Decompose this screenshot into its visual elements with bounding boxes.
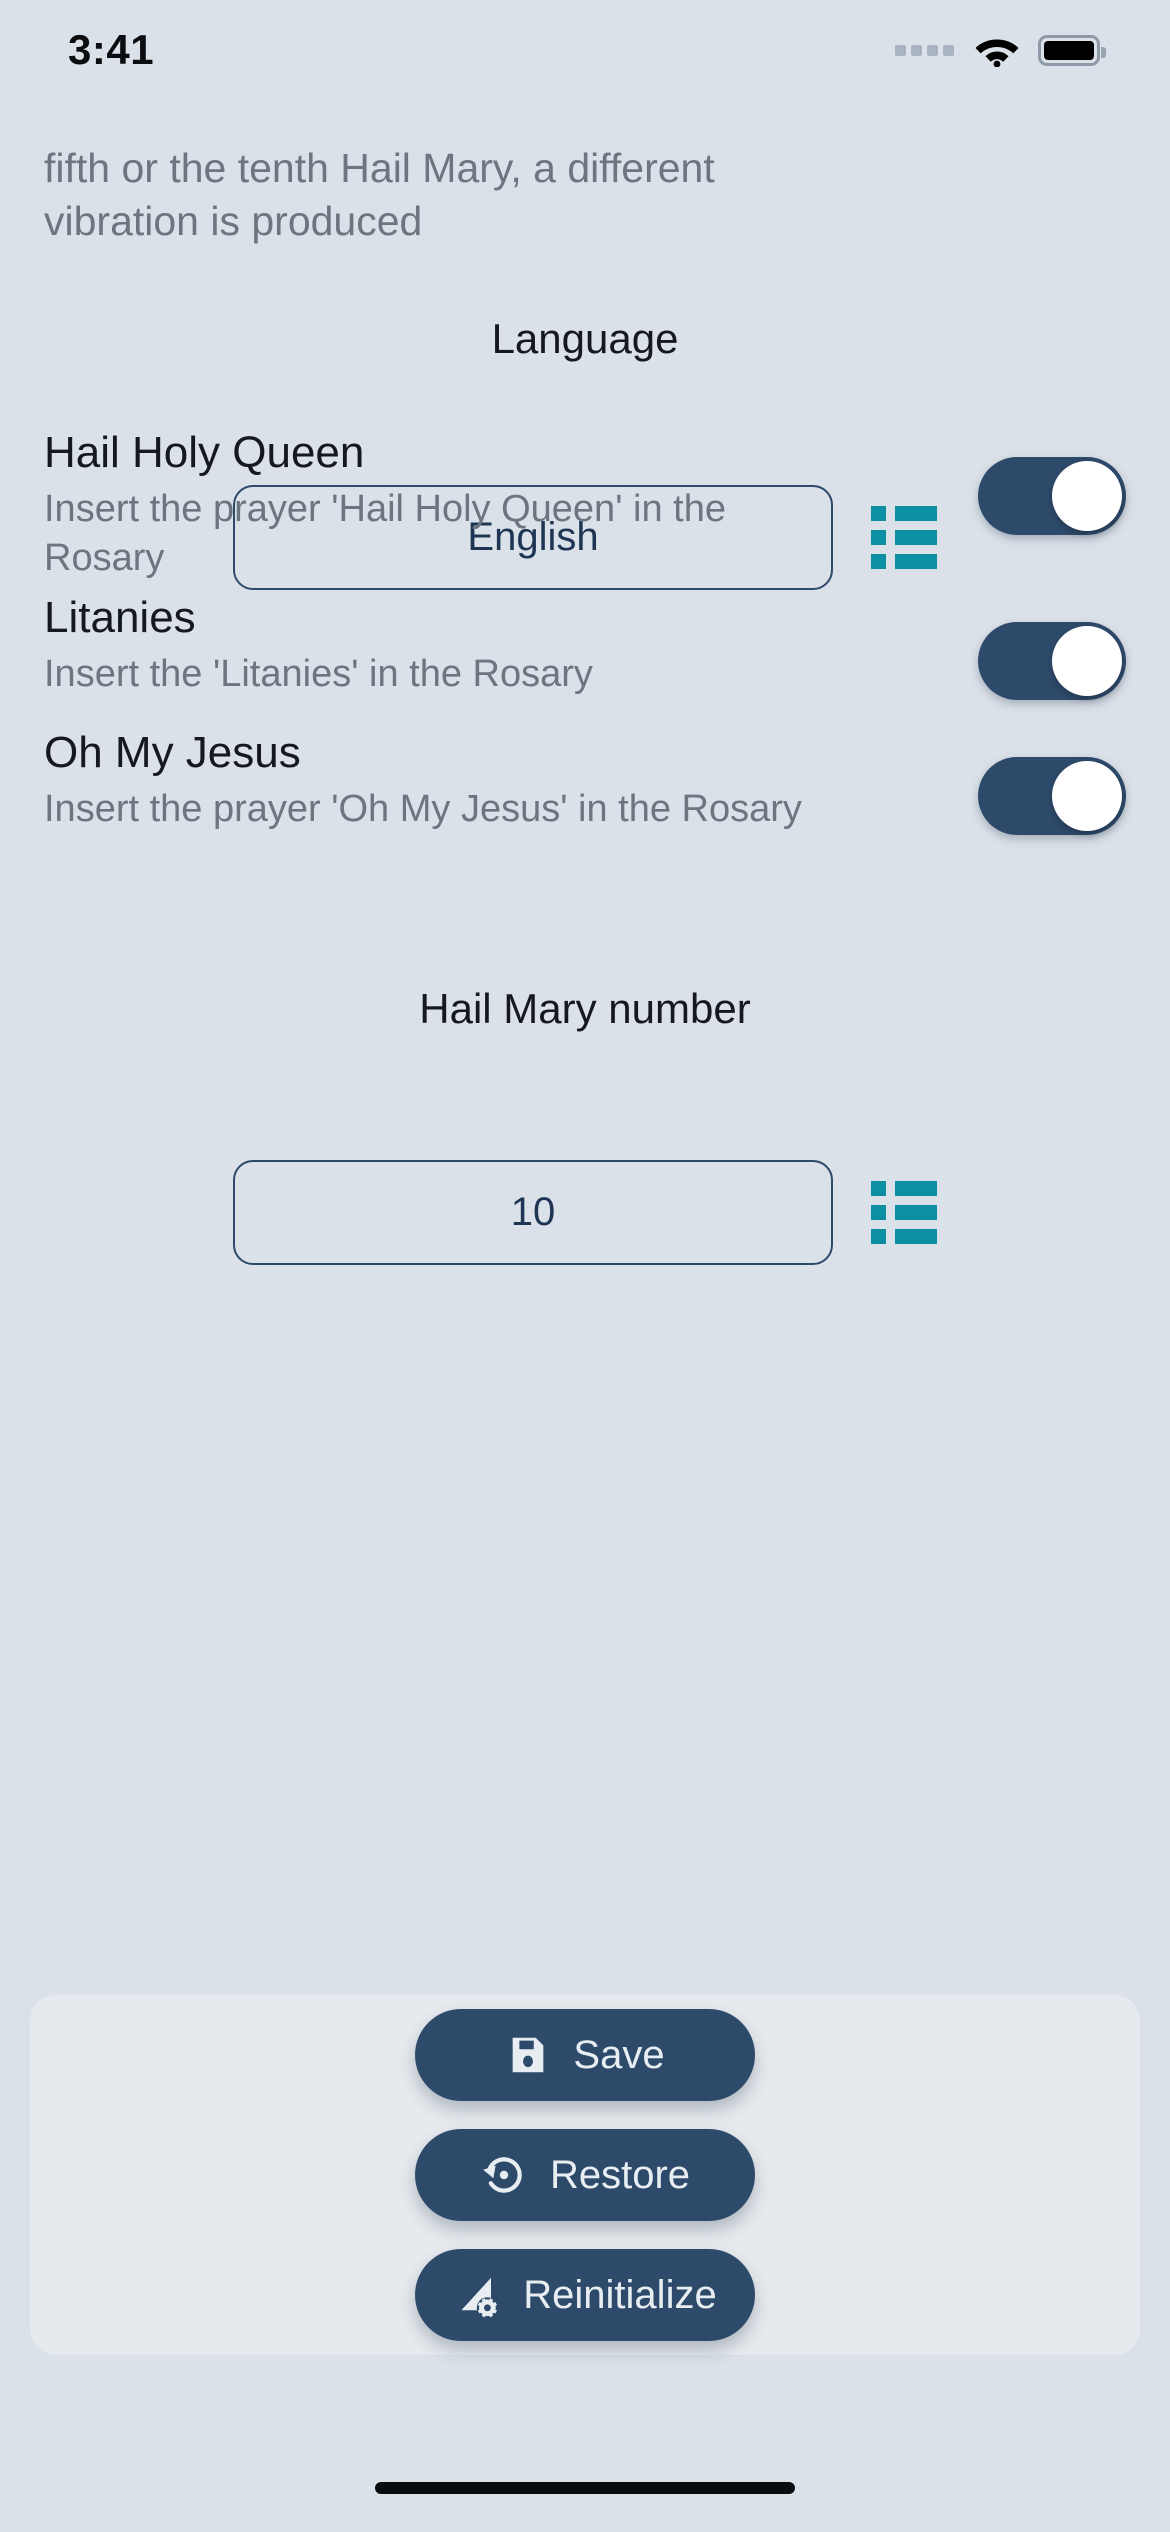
battery-full-icon <box>1038 34 1106 66</box>
wifi-icon <box>975 39 1019 67</box>
save-button-label: Save <box>573 2032 665 2077</box>
restore-rotate-icon <box>483 2157 522 2193</box>
save-button[interactable]: Save <box>415 2009 755 2101</box>
hail-mary-field-row: 10 <box>0 1160 1170 1265</box>
setting-row-litanies: Litanies Insert the 'Litanies' in the Ro… <box>44 590 1126 700</box>
setting-row-oh-my-jesus: Oh My Jesus Insert the prayer 'Oh My Jes… <box>44 725 1126 835</box>
status-bar: 3:41 <box>0 0 1170 100</box>
app-screen: 3:41 fifth or the tenth Hail Mary, a dif… <box>0 0 1170 2532</box>
hail-mary-list-icon[interactable] <box>871 1181 937 1244</box>
status-bar-time: 3:41 <box>68 26 155 73</box>
status-bar-indicators <box>895 33 1106 67</box>
cellular-dots-icon <box>895 44 954 56</box>
setting-subtitle: Insert the prayer 'Oh My Jesus' in the R… <box>44 788 802 830</box>
reinitialize-button-label: Reinitialize <box>523 2272 717 2317</box>
hail-mary-number-field[interactable]: 10 <box>233 1160 833 1265</box>
setting-subtitle: Insert the 'Litanies' in the Rosary <box>44 653 593 695</box>
clipped-description-text: fifth or the tenth Hail Mary, a differen… <box>44 145 715 244</box>
setting-title: Hail Holy Queen <box>44 428 365 477</box>
toggle-knob <box>1052 461 1122 531</box>
setting-title: Oh My Jesus <box>44 728 301 777</box>
reinitialize-button[interactable]: Reinitialize <box>415 2249 755 2341</box>
toggle-litanies[interactable] <box>978 622 1126 700</box>
setting-texts: Hail Holy Queen Insert the prayer 'Hail … <box>44 425 854 583</box>
setting-texts: Litanies Insert the 'Litanies' in the Ro… <box>44 590 854 699</box>
toggle-knob <box>1052 626 1122 696</box>
setting-row-hail-holy-queen: Hail Holy Queen Insert the prayer 'Hail … <box>44 425 1126 583</box>
reinitialize-gear-icon <box>461 2277 499 2319</box>
action-panel: Save Restore Reinitialize <box>30 1995 1140 2355</box>
restore-button-label: Restore <box>549 2152 691 2197</box>
floppy-disk-icon <box>513 2037 544 2073</box>
toggle-hail-holy-queen[interactable] <box>978 457 1126 535</box>
hail-mary-number-label: Hail Mary number <box>419 985 751 1032</box>
toggle-oh-my-jesus[interactable] <box>978 757 1126 835</box>
toggle-knob <box>1052 761 1122 831</box>
home-indicator[interactable] <box>375 2482 795 2494</box>
setting-subtitle: Insert the prayer 'Hail Holy Queen' in t… <box>44 488 726 579</box>
setting-title: Litanies <box>44 593 196 642</box>
setting-texts: Oh My Jesus Insert the prayer 'Oh My Jes… <box>44 725 854 834</box>
language-section-label: Language <box>491 315 679 362</box>
restore-button[interactable]: Restore <box>415 2129 755 2221</box>
